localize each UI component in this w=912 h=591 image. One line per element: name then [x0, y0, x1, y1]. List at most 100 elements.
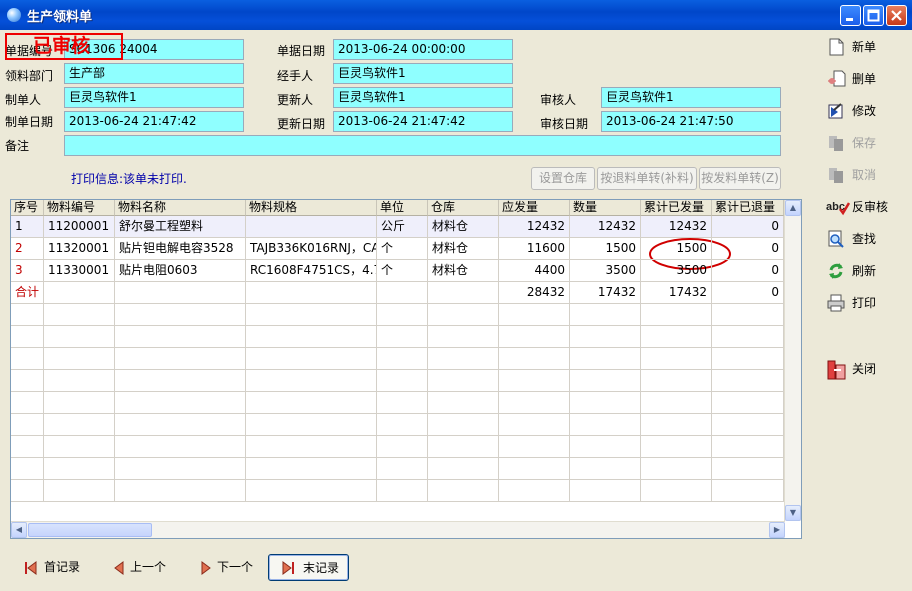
minimize-button[interactable] [840, 5, 861, 26]
table-cell[interactable] [11, 436, 44, 458]
toolbar-search-button[interactable]: 查找 [826, 226, 906, 252]
empty-row[interactable] [11, 458, 784, 480]
scroll-down-icon[interactable]: ▼ [785, 505, 801, 521]
col-header[interactable]: 数量 [570, 200, 641, 216]
table-cell[interactable]: 舒尔曼工程塑料 [115, 216, 246, 238]
table-cell[interactable]: 11330001 [44, 260, 115, 282]
empty-row[interactable] [11, 436, 784, 458]
update-date-field[interactable]: 2013-06-24 21:47:42 [333, 111, 513, 132]
table-cell[interactable] [499, 414, 570, 436]
table-cell[interactable] [377, 458, 428, 480]
total-row[interactable]: 合计 28432 17432 17432 0 [11, 282, 784, 304]
table-cell[interactable] [377, 304, 428, 326]
first-record-button[interactable]: 首记录 [22, 554, 88, 581]
table-cell[interactable] [641, 326, 712, 348]
toolbar-edit-button[interactable]: 修改 [826, 98, 906, 124]
table-cell[interactable] [570, 392, 641, 414]
table-cell[interactable] [115, 414, 246, 436]
table-cell[interactable] [377, 282, 428, 304]
scroll-right-icon[interactable]: ▶ [769, 522, 785, 538]
table-cell[interactable]: 个 [377, 260, 428, 282]
toolbar-new-doc-button[interactable]: 新单 [826, 34, 906, 60]
table-cell[interactable] [115, 304, 246, 326]
table-cell[interactable]: 2 [11, 238, 44, 260]
col-header[interactable]: 物料规格 [246, 200, 377, 216]
table-cell[interactable]: 3500 [570, 260, 641, 282]
table-cell[interactable] [246, 348, 377, 370]
table-cell[interactable] [712, 370, 784, 392]
toolbar-delete-doc-button[interactable]: 删单 [826, 66, 906, 92]
table-cell[interactable] [44, 414, 115, 436]
table-cell[interactable] [570, 458, 641, 480]
table-cell[interactable] [499, 326, 570, 348]
table-cell[interactable] [11, 458, 44, 480]
table-cell[interactable]: 公斤 [377, 216, 428, 238]
toolbar-cancel-button[interactable]: 取消 [826, 162, 906, 188]
table-cell[interactable]: 合计 [11, 282, 44, 304]
table-cell[interactable] [641, 414, 712, 436]
table-cell[interactable] [115, 392, 246, 414]
table-cell[interactable]: 贴片钽电解电容3528 [115, 238, 246, 260]
table-cell[interactable] [11, 480, 44, 502]
table-cell[interactable] [641, 436, 712, 458]
table-cell[interactable]: 17432 [641, 282, 712, 304]
table-cell[interactable] [428, 414, 499, 436]
table-cell[interactable] [44, 436, 115, 458]
table-cell[interactable]: 28432 [499, 282, 570, 304]
col-header[interactable]: 累计已发量 [641, 200, 712, 216]
table-cell[interactable] [44, 282, 115, 304]
prev-record-button[interactable]: 上一个 [110, 554, 176, 581]
by-return-button[interactable]: 按退料单转(补料) [597, 167, 697, 190]
remark-field[interactable] [64, 135, 781, 156]
col-header[interactable]: 累计已退量 [712, 200, 784, 216]
table-cell[interactable] [499, 392, 570, 414]
table-cell[interactable] [641, 304, 712, 326]
toolbar-refresh-button[interactable]: 刷新 [826, 258, 906, 284]
table-cell[interactable] [11, 326, 44, 348]
table-cell[interactable] [44, 348, 115, 370]
table-cell[interactable]: 1 [11, 216, 44, 238]
table-cell[interactable]: 17432 [570, 282, 641, 304]
table-row[interactable]: 3 11330001 贴片电阻0603 RC1608F4751CS，4.7 个材料仓 44… [11, 260, 784, 282]
table-cell[interactable]: RC1608F4751CS，4.7 [246, 260, 377, 282]
next-record-button[interactable]: 下一个 [197, 554, 263, 581]
table-row[interactable]: 1 11200001 舒尔曼工程塑料 公斤 材料仓 12432 12432 12432 0 [11, 216, 784, 238]
empty-row[interactable] [11, 414, 784, 436]
table-cell[interactable]: 12432 [570, 216, 641, 238]
table-cell[interactable] [712, 436, 784, 458]
maximize-button[interactable] [863, 5, 884, 26]
table-cell[interactable] [246, 480, 377, 502]
table-cell[interactable] [712, 304, 784, 326]
toolbar-unaudit-button[interactable]: abc 反审核 [826, 194, 906, 220]
scroll-thumb[interactable] [28, 523, 152, 537]
table-cell[interactable]: 3500 [641, 260, 712, 282]
table-cell[interactable] [570, 304, 641, 326]
col-header[interactable]: 物料名称 [115, 200, 246, 216]
col-header[interactable]: 单位 [377, 200, 428, 216]
table-cell[interactable] [428, 282, 499, 304]
table-cell[interactable] [428, 304, 499, 326]
table-cell[interactable] [499, 480, 570, 502]
table-cell[interactable] [11, 304, 44, 326]
table-cell[interactable] [499, 304, 570, 326]
table-cell[interactable] [712, 392, 784, 414]
table-cell[interactable] [115, 458, 246, 480]
col-header[interactable]: 应发量 [499, 200, 570, 216]
table-cell[interactable] [115, 370, 246, 392]
table-cell[interactable] [246, 458, 377, 480]
set-warehouse-button[interactable]: 设置仓库 [531, 167, 595, 190]
material-grid[interactable]: ▲ ▼ ◀ ▶ 序号 物料编号 物料名称 物料规格 单位 仓库 应发量 数量 累计已发量 累计已退… [10, 199, 802, 539]
table-cell[interactable] [499, 436, 570, 458]
table-cell[interactable] [377, 414, 428, 436]
dept-field[interactable]: 生产部 [64, 63, 244, 84]
table-cell[interactable] [570, 480, 641, 502]
table-cell[interactable] [44, 480, 115, 502]
table-cell[interactable] [712, 414, 784, 436]
table-cell[interactable] [712, 458, 784, 480]
toolbar-close-button[interactable]: 关闭 [826, 356, 906, 382]
empty-row[interactable] [11, 370, 784, 392]
table-cell[interactable] [428, 370, 499, 392]
table-cell[interactable]: 材料仓 [428, 216, 499, 238]
table-row[interactable]: 2 11320001 贴片钽电解电容3528 TAJB336K016RNJ，CA 个材料… [11, 238, 784, 260]
creator-field[interactable]: 巨灵鸟软件1 [64, 87, 244, 108]
